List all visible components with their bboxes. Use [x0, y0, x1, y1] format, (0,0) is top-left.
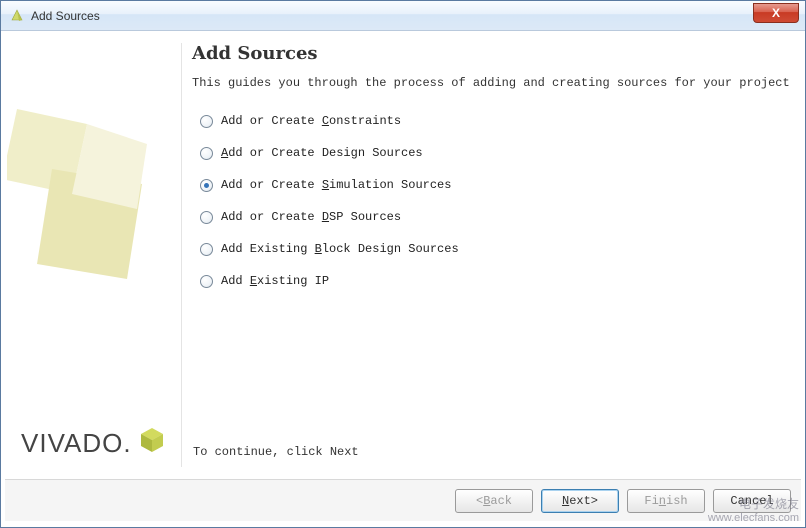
- app-icon: [9, 8, 25, 24]
- wizard-button-bar: < Back Next > Finish Cancel: [5, 479, 801, 521]
- dialog-window: Add Sources X VIVADO. Add Sources: [0, 0, 806, 528]
- option-existing-ip[interactable]: Add Existing IP: [200, 274, 795, 288]
- option-label: Add Existing Block Design Sources: [221, 242, 459, 256]
- finish-button[interactable]: Finish: [627, 489, 705, 513]
- option-constraints[interactable]: Add or Create Constraints: [200, 114, 795, 128]
- content-area: VIVADO. Add Sources This guides you thro…: [1, 31, 805, 527]
- vivado-cube-icon: [138, 426, 166, 454]
- radio-icon: [200, 147, 213, 160]
- radio-icon: [200, 243, 213, 256]
- radio-icon: [200, 179, 213, 192]
- wizard-main: Add Sources This guides you through the …: [181, 43, 795, 467]
- window-title: Add Sources: [31, 9, 100, 23]
- close-button[interactable]: X: [753, 3, 799, 23]
- radio-icon: [200, 275, 213, 288]
- vivado-logo-text: VIVADO: [21, 428, 123, 458]
- page-title: Add Sources: [192, 43, 795, 64]
- decorative-shapes: [7, 89, 175, 309]
- titlebar: Add Sources X: [1, 1, 805, 31]
- option-label: Add or Create Constraints: [221, 114, 401, 128]
- option-dsp-sources[interactable]: Add or Create DSP Sources: [200, 210, 795, 224]
- back-button[interactable]: < Back: [455, 489, 533, 513]
- cancel-button[interactable]: Cancel: [713, 489, 791, 513]
- next-button[interactable]: Next >: [541, 489, 619, 513]
- wizard-sidebar: VIVADO.: [7, 39, 175, 469]
- option-block-design-sources[interactable]: Add Existing Block Design Sources: [200, 242, 795, 256]
- option-label: Add Existing IP: [221, 274, 329, 288]
- source-type-options: Add or Create Constraints Add or Create …: [200, 114, 795, 288]
- vivado-logo: VIVADO.: [21, 426, 166, 459]
- radio-icon: [200, 211, 213, 224]
- option-design-sources[interactable]: Add or Create Design Sources: [200, 146, 795, 160]
- option-label: Add or Create Simulation Sources: [221, 178, 451, 192]
- radio-icon: [200, 115, 213, 128]
- option-label: Add or Create Design Sources: [221, 146, 423, 160]
- continue-hint: To continue, click Next: [193, 445, 359, 459]
- page-subtitle: This guides you through the process of a…: [192, 76, 795, 90]
- option-simulation-sources[interactable]: Add or Create Simulation Sources: [200, 178, 795, 192]
- option-label: Add or Create DSP Sources: [221, 210, 401, 224]
